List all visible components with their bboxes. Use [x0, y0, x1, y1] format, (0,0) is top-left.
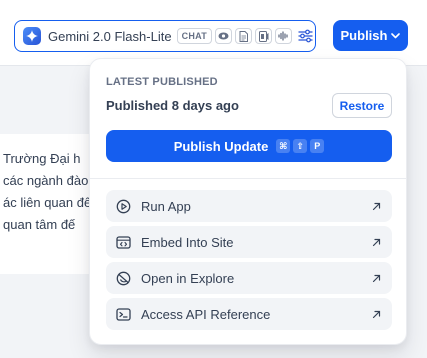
- panel-divider: [90, 178, 406, 179]
- vision-icon: [215, 28, 233, 44]
- model-selector[interactable]: Gemini 2.0 Flash-Lite CHAT: [14, 20, 316, 52]
- publish-button[interactable]: Publish: [333, 20, 408, 51]
- audio-icon: [275, 28, 293, 44]
- publish-button-label: Publish: [340, 28, 388, 43]
- message-line: ác liên quan đế: [3, 195, 92, 210]
- publish-dropdown: LATEST PUBLISHED Published 8 days ago Re…: [89, 58, 407, 345]
- embed-into-site-item[interactable]: Embed Into Site: [106, 226, 392, 258]
- shortcut-key-p: P: [310, 139, 325, 153]
- shortcut-key-command: ⌘: [276, 139, 291, 153]
- arrow-up-right-icon: [372, 201, 382, 211]
- explore-icon: [116, 270, 132, 286]
- play-icon: [116, 198, 132, 214]
- video-icon: [255, 28, 273, 44]
- run-app-item[interactable]: Run App: [106, 190, 392, 222]
- arrow-up-right-icon: [372, 273, 382, 283]
- embed-into-site-label: Embed Into Site: [141, 234, 234, 250]
- publish-update-label: Publish Update: [173, 138, 269, 154]
- chevron-down-icon: [391, 32, 401, 38]
- message-line: quan tâm đế: [3, 217, 76, 232]
- restore-button[interactable]: Restore: [332, 93, 392, 118]
- embed-icon: [116, 234, 132, 250]
- open-in-explore-item[interactable]: Open in Explore: [106, 262, 392, 294]
- model-name: Gemini 2.0 Flash-Lite: [48, 28, 172, 44]
- arrow-up-right-icon: [372, 309, 382, 319]
- run-app-label: Run App: [141, 198, 191, 214]
- open-in-explore-label: Open in Explore: [141, 270, 235, 286]
- app-header: Gemini 2.0 Flash-Lite CHAT Publish: [0, 0, 427, 66]
- arrow-up-right-icon: [372, 237, 382, 247]
- chat-message-text: Trường Đại h các ngành đào ác liên quan …: [0, 134, 100, 274]
- published-status: Published 8 days ago: [106, 98, 239, 113]
- sliders-settings-icon[interactable]: [298, 29, 313, 43]
- mode-badge: CHAT: [176, 28, 213, 44]
- message-line: Trường Đại h: [3, 151, 81, 166]
- access-api-reference-item[interactable]: Access API Reference: [106, 298, 392, 330]
- message-line: các ngành đào: [3, 173, 89, 188]
- shortcut-key-shift: ⇧: [293, 139, 308, 153]
- document-icon: [235, 28, 253, 44]
- terminal-icon: [116, 306, 132, 322]
- access-api-reference-label: Access API Reference: [141, 306, 271, 322]
- publish-update-button[interactable]: Publish Update ⌘ ⇧ P: [106, 130, 392, 162]
- latest-published-label: LATEST PUBLISHED: [106, 76, 218, 88]
- gemini-logo-icon: [23, 27, 41, 45]
